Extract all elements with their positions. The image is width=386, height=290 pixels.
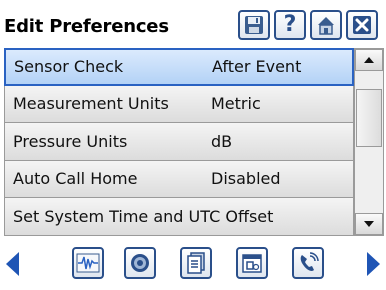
home-button[interactable] — [310, 10, 342, 40]
save-icon — [245, 16, 263, 34]
list-item-auto-call-home[interactable]: Auto Call Home Disabled — [4, 160, 354, 198]
scroll-thumb[interactable] — [356, 89, 382, 147]
list-item-sensor-check[interactable]: Sensor Check After Event — [4, 48, 354, 86]
scroll-up-button[interactable] — [355, 49, 383, 71]
list-item-label: Set System Time and UTC Offset — [13, 206, 274, 226]
close-icon — [353, 16, 371, 34]
waveform-icon — [76, 253, 100, 273]
list-item-label: Pressure Units — [13, 131, 128, 151]
calendar-button[interactable] — [236, 247, 268, 279]
list-item-value: Metric — [211, 94, 261, 114]
list-item-label: Sensor Check — [14, 57, 124, 77]
scroll-down-button[interactable] — [355, 213, 383, 235]
triangle-down-icon — [364, 221, 374, 227]
bottom-toolbar — [0, 238, 386, 290]
list-item-label: Auto Call Home — [13, 169, 138, 189]
save-button[interactable] — [238, 10, 270, 40]
phone-icon — [300, 252, 319, 271]
seal-icon — [131, 254, 149, 272]
list-item-value: After Event — [212, 57, 302, 77]
close-button[interactable] — [346, 10, 378, 40]
nav-right-icon[interactable] — [366, 252, 380, 276]
document-button[interactable] — [180, 247, 212, 279]
phone-button[interactable] — [292, 247, 324, 279]
waveform-button[interactable] — [72, 247, 104, 279]
home-icon — [318, 17, 334, 35]
document-icon — [187, 252, 205, 274]
list-item-set-system-time[interactable]: Set System Time and UTC Offset — [4, 198, 354, 236]
list-item-value: Disabled — [211, 169, 281, 189]
list-item-measurement-units[interactable]: Measurement Units Metric — [4, 85, 354, 123]
calendar-icon — [242, 254, 262, 273]
list-item-pressure-units[interactable]: Pressure Units dB — [4, 123, 354, 161]
seal-button[interactable] — [124, 247, 156, 279]
scrollbar[interactable] — [354, 48, 384, 236]
list-item-value: dB — [211, 131, 233, 151]
nav-left-icon[interactable] — [6, 252, 20, 276]
list-item-label: Measurement Units — [13, 94, 169, 114]
page-title: Edit Preferences — [4, 16, 169, 37]
triangle-up-icon — [364, 57, 374, 63]
help-button[interactable]: ? — [274, 10, 306, 40]
title-bar: Edit Preferences ? — [0, 0, 386, 48]
help-icon: ? — [283, 12, 297, 37]
preferences-list: Sensor Check After Event Measurement Uni… — [4, 48, 354, 236]
